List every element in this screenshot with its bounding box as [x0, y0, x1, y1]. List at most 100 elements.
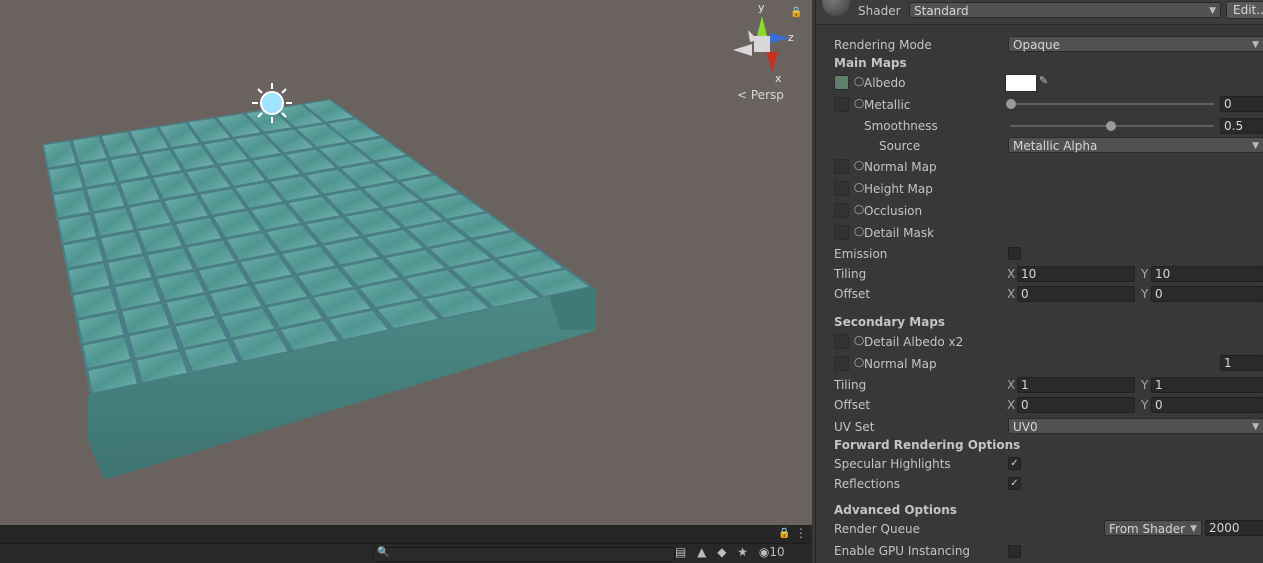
detail-albedo-slot[interactable] [834, 334, 849, 349]
advanced-options-header: Advanced Options [834, 503, 957, 517]
rendering-mode-value: Opaque [1013, 38, 1061, 52]
reflections-checkbox[interactable]: ✓ [1008, 477, 1021, 490]
scene-canvas[interactable]: y z x [0, 0, 812, 525]
secondary-normal-scale-field[interactable]: 1 [1220, 355, 1263, 371]
secondary-maps-header: Secondary Maps [834, 315, 946, 329]
main-maps-header: Main Maps [834, 56, 907, 70]
star-icon[interactable]: ★ [737, 545, 748, 559]
height-map-slot[interactable] [834, 181, 849, 196]
metallic-slider-handle[interactable] [1006, 99, 1016, 109]
metallic-texture-slot[interactable] [834, 97, 849, 112]
forward-rendering-header: Forward Rendering Options [834, 438, 1021, 452]
filter-icon[interactable]: ▲ [697, 545, 706, 559]
main-tiling-x-field[interactable]: 10 [1017, 266, 1135, 282]
smoothness-label: Smoothness [864, 119, 938, 133]
detail-mask-slot[interactable] [834, 225, 849, 240]
shader-dropdown[interactable]: Standard ▼ [909, 2, 1221, 18]
chevron-down-icon: ▼ [1190, 524, 1197, 534]
main-tiling-label: Tiling [834, 267, 867, 281]
source-dropdown[interactable]: Metallic Alpha ▼ [1008, 137, 1263, 153]
orientation-gizmo[interactable]: y z x [733, 1, 794, 85]
hidden-eye-icon[interactable]: ◉10 [759, 545, 792, 559]
detail-mask-label: Detail Mask [864, 226, 935, 240]
specular-highlights-label: Specular Highlights [834, 457, 951, 471]
panel-header: 🔒 ⋮ [0, 525, 812, 544]
specular-highlights-checkbox[interactable]: ✓ [1008, 457, 1021, 470]
detail-mask-picker-dot[interactable]: ◯ [854, 227, 864, 237]
uv-set-value: UV0 [1013, 420, 1038, 434]
bottom-icons: ▤ ▲ ◆ ★ ◉10 [675, 545, 799, 559]
eyedropper-icon[interactable]: ✎ [1039, 74, 1055, 90]
persp-toggle[interactable]: < Persp [737, 88, 784, 102]
lock-icon[interactable]: 🔒 [790, 7, 802, 18]
detail-albedo-picker-dot[interactable]: ◯ [854, 336, 864, 346]
main-tiling-y-field[interactable]: 10 [1151, 266, 1263, 282]
metallic-value-field[interactable]: 0 [1220, 96, 1263, 112]
emission-label: Emission [834, 247, 888, 261]
panel-lock-icon[interactable]: 🔒 [778, 528, 790, 539]
normal-map-picker-dot[interactable]: ◯ [854, 161, 864, 171]
sun-light-icon[interactable] [252, 83, 292, 123]
albedo-color-swatch[interactable] [1005, 74, 1037, 92]
sec-offset-label: Offset [834, 398, 871, 412]
normal-map-slot[interactable] [834, 159, 849, 174]
gpu-instancing-label: Enable GPU Instancing [834, 544, 971, 558]
sec-tiling-y-field[interactable]: 1 [1151, 377, 1263, 393]
rendering-mode-dropdown[interactable]: Opaque ▼ [1008, 36, 1263, 52]
render-queue-label: Render Queue [834, 522, 920, 536]
uv-set-label: UV Set [834, 420, 875, 434]
uv-set-dropdown[interactable]: UV0 ▼ [1008, 418, 1263, 434]
scene-view[interactable]: y z x 🔒 < Persp [0, 0, 812, 525]
emission-checkbox[interactable] [1008, 247, 1021, 260]
sec-offset-x-field[interactable]: 0 [1017, 397, 1135, 413]
albedo-label: Albedo [864, 76, 906, 90]
tag-icon[interactable]: ◆ [717, 545, 726, 559]
secondary-normal-slot[interactable] [834, 356, 849, 371]
gizmo-y-label: y [758, 1, 765, 14]
secondary-normal-label: Normal Map [864, 357, 937, 371]
smoothness-slider-handle[interactable] [1106, 121, 1116, 131]
panel-menu-icon[interactable]: ⋮ [795, 526, 807, 540]
occlusion-label: Occlusion [864, 204, 923, 218]
gpu-instancing-checkbox[interactable] [1008, 545, 1021, 558]
inspector-panel: Shader Standard▼ Edit... Rendering Mode … [815, 0, 1263, 563]
persp-label: Persp [750, 88, 784, 102]
render-queue-mode-value: From Shader [1109, 522, 1186, 536]
render-queue-mode-dropdown[interactable]: From Shader ▼ [1104, 520, 1202, 536]
source-label: Source [879, 139, 921, 153]
chevron-down-icon: ▼ [1252, 422, 1259, 432]
main-tiling-x-label: X [1007, 267, 1016, 281]
sec-tiling-x-label: X [1007, 378, 1016, 392]
material-header: Shader Standard ▼ Edit... [816, 0, 1263, 25]
sec-offset-y-field[interactable]: 0 [1151, 397, 1263, 413]
main-offset-x-field[interactable]: 0 [1017, 286, 1135, 302]
render-queue-value-field[interactable]: 2000 [1205, 520, 1263, 536]
metallic-slider-track[interactable] [1010, 103, 1214, 105]
gizmo-z-label: z [788, 31, 794, 44]
main-offset-y-field[interactable]: 0 [1151, 286, 1263, 302]
occlusion-slot[interactable] [834, 203, 849, 218]
source-value: Metallic Alpha [1013, 139, 1098, 153]
console-icon[interactable]: ▤ [675, 545, 686, 559]
normal-map-label: Normal Map [864, 160, 937, 174]
chevron-down-icon: ▼ [1209, 6, 1216, 16]
metallic-picker-dot[interactable]: ◯ [854, 99, 864, 109]
search-field[interactable]: 🔍 [373, 547, 675, 562]
occlusion-picker-dot[interactable]: ◯ [854, 205, 864, 215]
material-preview-icon [822, 0, 850, 16]
edit-shader-button[interactable]: Edit... [1226, 1, 1263, 19]
sec-offset-y-label: Y [1141, 398, 1149, 412]
secondary-normal-picker-dot[interactable]: ◯ [854, 358, 864, 368]
bottom-toolbar: 🔒 ⋮ 🔍 ▤ ▲ ◆ ★ ◉10 [0, 525, 812, 563]
metallic-label: Metallic [864, 98, 911, 112]
albedo-picker-dot[interactable]: ◯ [854, 77, 864, 87]
sec-tiling-label: Tiling [834, 378, 867, 392]
height-map-label: Height Map [864, 182, 933, 196]
main-offset-label: Offset [834, 287, 871, 301]
smoothness-value-field[interactable]: 0.5 [1220, 118, 1263, 134]
rendering-mode-label: Rendering Mode [834, 38, 932, 52]
sec-offset-x-label: X [1007, 398, 1016, 412]
albedo-texture-slot[interactable] [834, 75, 849, 90]
height-map-picker-dot[interactable]: ◯ [854, 183, 864, 193]
sec-tiling-x-field[interactable]: 1 [1017, 377, 1135, 393]
